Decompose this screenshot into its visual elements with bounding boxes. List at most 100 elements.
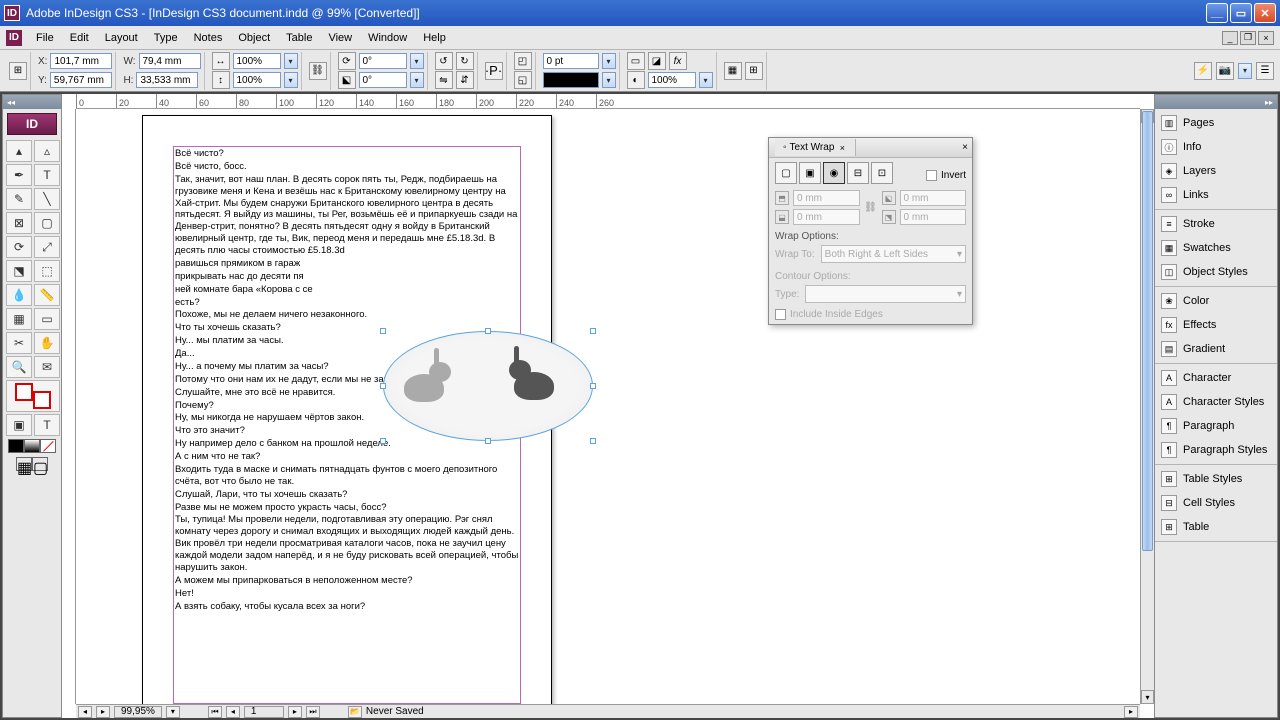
view-mode-normal[interactable]: ▦ <box>16 457 32 471</box>
handle-icon[interactable] <box>380 328 386 334</box>
handle-icon[interactable] <box>485 438 491 444</box>
measure-tool[interactable]: 📏 <box>34 284 60 306</box>
tools-collapse[interactable] <box>3 95 61 109</box>
effects-icon[interactable]: ▭ <box>627 52 645 70</box>
mdi-close-button[interactable]: × <box>1258 31 1274 45</box>
close-button[interactable]: ✕ <box>1254 3 1276 23</box>
next-page-icon[interactable]: ▸ <box>288 706 302 718</box>
p-icon[interactable]: ·P· <box>485 62 503 80</box>
quick-apply-icon[interactable]: ⚡ <box>1194 62 1212 80</box>
tab-close-icon[interactable]: × <box>837 143 847 153</box>
wrap-to-select[interactable]: Both Right & Left Sides▾ <box>821 245 966 263</box>
panel-swatches[interactable]: ▦Swatches <box>1155 236 1277 260</box>
scroll-thumb[interactable] <box>1142 111 1153 551</box>
eyedropper-tool[interactable]: 💧 <box>6 284 32 306</box>
scroll-left-icon[interactable]: ◂ <box>78 706 92 718</box>
select-container-icon[interactable]: ◰ <box>514 52 532 70</box>
vertical-ruler[interactable] <box>62 109 76 704</box>
rotate-ccw-icon[interactable]: ↺ <box>435 52 453 70</box>
panel-paragraph[interactable]: ¶Paragraph <box>1155 414 1277 438</box>
offset-bottom-field[interactable]: 0 mm <box>793 209 860 225</box>
pen-tool[interactable]: ✒ <box>6 164 32 186</box>
view-mode-preview[interactable]: ▢ <box>32 457 48 471</box>
panel-paragraph-styles[interactable]: ¶Paragraph Styles <box>1155 438 1277 462</box>
gradient-tool[interactable]: ▦ <box>6 308 32 330</box>
zoom-level[interactable]: 99,95% <box>114 706 162 718</box>
panel-pages[interactable]: ▥Pages <box>1155 111 1277 135</box>
panel-effects[interactable]: fxEffects <box>1155 313 1277 337</box>
open-icon[interactable]: 📂 <box>348 706 362 718</box>
dock-collapse[interactable] <box>1155 95 1277 109</box>
panel-color[interactable]: ❀Color <box>1155 289 1277 313</box>
chain-icon[interactable]: ⛓ <box>864 202 878 213</box>
vertical-scrollbar[interactable]: ▴ ▾ <box>1140 109 1154 704</box>
selection-tool[interactable]: ▴ <box>6 140 32 162</box>
selected-image-object[interactable] <box>383 331 593 441</box>
panel-table-styles[interactable]: ⊞Table Styles <box>1155 467 1277 491</box>
select-content-icon[interactable]: ◱ <box>514 71 532 89</box>
rotate-field[interactable]: 0° <box>359 53 407 69</box>
handle-icon[interactable] <box>590 438 596 444</box>
constrain-icon[interactable]: ⛓ <box>309 62 327 80</box>
pencil-tool[interactable]: ✎ <box>6 188 32 210</box>
free-transform-tool[interactable]: ⬚ <box>34 260 60 282</box>
scale-y-field[interactable]: 100% <box>233 72 281 88</box>
scroll-down-icon[interactable]: ▾ <box>1141 690 1154 704</box>
offset-right-field[interactable]: 0 mm <box>900 209 967 225</box>
apply-none[interactable] <box>40 439 56 453</box>
menu-object[interactable]: Object <box>230 29 278 47</box>
wrap-none-icon[interactable]: ▢ <box>775 162 797 184</box>
page-number[interactable]: 1 <box>244 706 284 718</box>
hand-tool[interactable]: ✋ <box>34 332 60 354</box>
wrap-jump-next-icon[interactable]: ⊡ <box>871 162 893 184</box>
mdi-restore-button[interactable]: ❐ <box>1240 31 1256 45</box>
panel-links[interactable]: ∞Links <box>1155 183 1277 207</box>
panel-table[interactable]: ⊞Table <box>1155 515 1277 539</box>
fill-stroke-tool[interactable] <box>6 380 60 412</box>
rotate-tool[interactable]: ⟳ <box>6 236 32 258</box>
menu-layout[interactable]: Layout <box>97 29 146 47</box>
shear-field[interactable]: 0° <box>359 72 407 88</box>
panel-layers[interactable]: ◈Layers <box>1155 159 1277 183</box>
shear-tool[interactable]: ⬔ <box>6 260 32 282</box>
line-tool[interactable]: ╲ <box>34 188 60 210</box>
w-field[interactable]: 79,4 mm <box>139 53 201 69</box>
menu-window[interactable]: Window <box>360 29 415 47</box>
y-field[interactable]: 59,767 mm <box>50 72 112 88</box>
scroll-right-icon[interactable]: ▸ <box>96 706 110 718</box>
menu-edit[interactable]: Edit <box>62 29 97 47</box>
menu-help[interactable]: Help <box>415 29 454 47</box>
menu-table[interactable]: Table <box>278 29 320 47</box>
panel-stroke[interactable]: ≡Stroke <box>1155 212 1277 236</box>
textwrap-btn-2[interactable]: ⊞ <box>745 62 763 80</box>
drop-shadow-icon[interactable]: ◪ <box>648 52 666 70</box>
handle-icon[interactable] <box>380 383 386 389</box>
scale-x-field[interactable]: 100% <box>233 53 281 69</box>
rectangle-frame-tool[interactable]: ⊠ <box>6 212 32 234</box>
button-tool[interactable]: ▭ <box>34 308 60 330</box>
text-wrap-panel[interactable]: ◦ Text Wrap × × ▢ ▣ ◉ ⊟ ⊡ Invert ⬒0 mm ⛓… <box>768 137 973 325</box>
formatting-text-icon[interactable]: T <box>34 414 60 436</box>
include-inside-checkbox[interactable] <box>775 309 786 320</box>
offset-left-field[interactable]: 0 mm <box>900 190 967 206</box>
invert-checkbox[interactable] <box>926 170 937 181</box>
menu-type[interactable]: Type <box>146 29 186 47</box>
handle-icon[interactable] <box>590 328 596 334</box>
rotate-cw-icon[interactable]: ↻ <box>456 52 474 70</box>
first-page-icon[interactable]: ⏮ <box>208 706 222 718</box>
textwrap-btn-1[interactable]: ▦ <box>724 62 742 80</box>
opacity-field[interactable]: 100% <box>648 72 696 88</box>
handle-icon[interactable] <box>485 328 491 334</box>
stroke-weight-field[interactable]: 0 pt <box>543 53 599 69</box>
panel-info[interactable]: ⓘInfo <box>1155 135 1277 159</box>
stroke-style-field[interactable] <box>543 72 599 88</box>
pasteboard[interactable]: Всё чисто?Всё чисто, босс.Так, значит, в… <box>76 109 1140 704</box>
handle-icon[interactable] <box>380 438 386 444</box>
direct-selection-tool[interactable]: ▵ <box>34 140 60 162</box>
panel-titlebar[interactable]: ◦ Text Wrap × × <box>769 138 972 158</box>
scale-tool[interactable]: ⤢ <box>34 236 60 258</box>
mdi-minimize-button[interactable]: _ <box>1222 31 1238 45</box>
menu-view[interactable]: View <box>320 29 360 47</box>
rectangle-tool[interactable]: ▢ <box>34 212 60 234</box>
contour-type-select[interactable]: ▾ <box>805 285 966 303</box>
